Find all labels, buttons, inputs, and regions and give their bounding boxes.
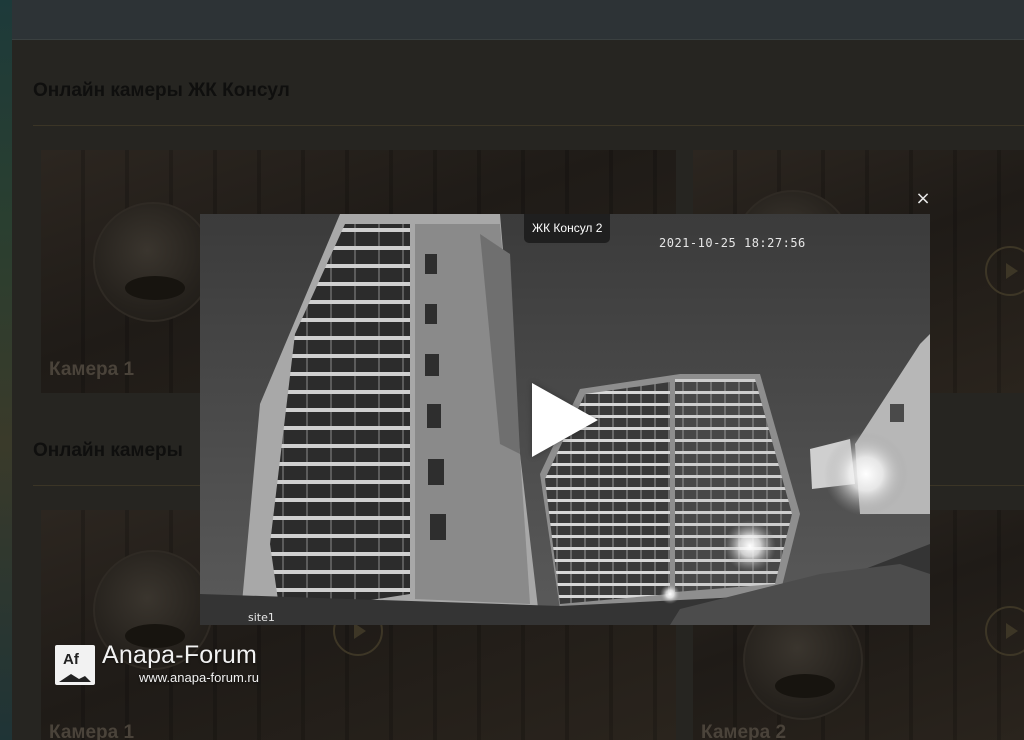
watermark-name: Anapa-Forum [102,641,258,669]
roof-icon [59,674,91,682]
video-title: ЖК Консул 2 [524,214,611,243]
camera-label: Камера 1 [49,722,135,740]
close-icon[interactable]: × [912,188,934,210]
section-title-second: Онлайн камеры [33,440,183,461]
watermark-logo: Af [55,645,95,685]
video-timestamp: 2021-10-25 18:27:56 [659,236,806,250]
camera-label: Камера 1 [49,359,135,380]
watermark-logo-text: Af [63,651,79,668]
page-left-edge [0,0,12,740]
play-icon[interactable] [532,383,598,457]
site-header [12,0,1024,40]
watermark-url: www.anapa-forum.ru [139,670,259,685]
camera-label: Камера 2 [701,722,787,740]
camera-dome-image [93,202,213,322]
section-divider [33,125,1024,126]
section-title-konsul: Онлайн камеры ЖК Консул [33,80,290,101]
video-site-label: site1 [248,611,275,624]
